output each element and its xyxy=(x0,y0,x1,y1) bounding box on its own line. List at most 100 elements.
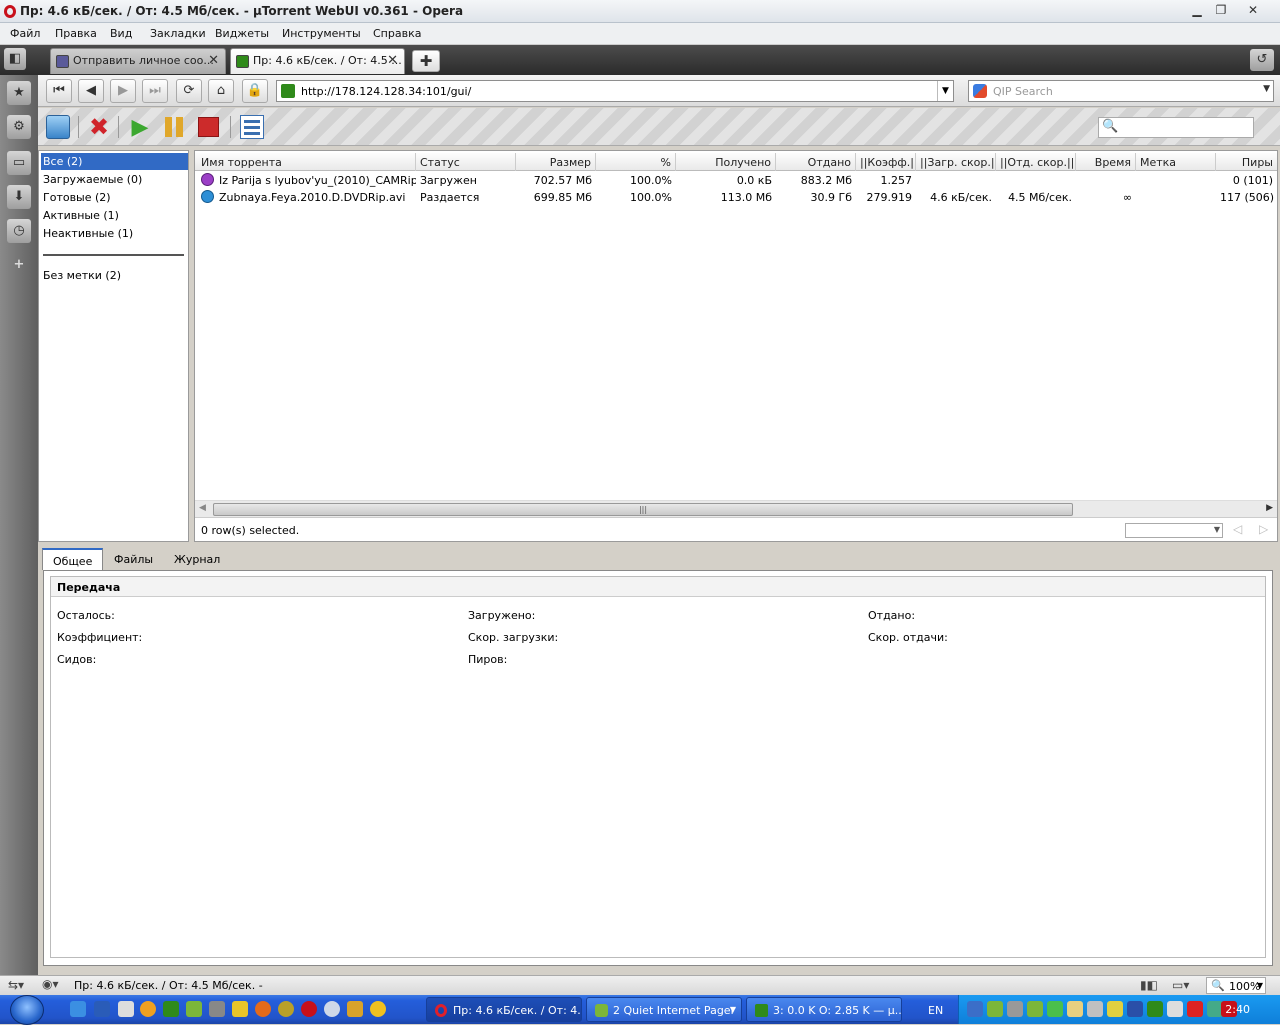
horizontal-scrollbar[interactable]: ◀ ||| ▶ xyxy=(195,500,1277,517)
column-name[interactable]: Имя торрента xyxy=(195,153,416,171)
task-qip[interactable]: 2 Quiet Internet Pager ▼ xyxy=(586,997,742,1022)
tab-general[interactable]: Общее xyxy=(42,548,104,570)
tray-qip-icon[interactable] xyxy=(987,1001,1003,1017)
tab-log[interactable]: Журнал xyxy=(164,548,230,570)
quicklaunch-app-icon[interactable] xyxy=(140,1001,156,1017)
column-eta[interactable]: Время xyxy=(1076,153,1136,171)
tray-app-icon[interactable] xyxy=(1187,1001,1203,1017)
tray-volume-icon[interactable] xyxy=(1167,1001,1183,1017)
category-active[interactable]: Активные (1) xyxy=(41,207,188,224)
tray-app-icon[interactable] xyxy=(1127,1001,1143,1017)
table-row[interactable]: Iz Parija s lyubov'yu_(2010)_CAMRip_PR З… xyxy=(195,172,1277,189)
tab-send-message[interactable]: Отправить личное соо... ✕ xyxy=(50,48,226,74)
quicklaunch-app-icon[interactable] xyxy=(347,1001,363,1017)
page-select[interactable]: ▼ xyxy=(1125,523,1223,538)
quicklaunch-printer-icon[interactable] xyxy=(118,1001,134,1017)
quicklaunch-app-icon[interactable] xyxy=(324,1001,340,1017)
address-field[interactable]: http://178.124.128.34:101/gui/ ▼ xyxy=(276,80,954,102)
settings-list-icon[interactable] xyxy=(240,115,264,139)
menu-help[interactable]: Справка xyxy=(373,27,421,40)
start-icon[interactable]: ▶ xyxy=(128,115,152,140)
notes-panel-icon[interactable]: ▭ xyxy=(7,151,31,175)
quicklaunch-ie-icon[interactable] xyxy=(70,1001,86,1017)
tray-app-icon[interactable] xyxy=(1087,1001,1103,1017)
pause-icon[interactable] xyxy=(162,115,186,139)
column-ratio[interactable]: ||Коэфф.|| xyxy=(856,153,916,171)
add-torrent-icon[interactable] xyxy=(46,115,70,139)
sync-icon[interactable]: ⇆▾ xyxy=(8,978,24,992)
close-window-button[interactable]: ✕ xyxy=(1242,1,1264,19)
back-button[interactable]: ◀ xyxy=(78,79,104,103)
taskbar-clock[interactable]: 2:40 xyxy=(1225,1003,1250,1016)
scroll-left-icon[interactable]: ◀ xyxy=(199,503,206,513)
column-dl-speed[interactable]: ||Загр. скор.|| xyxy=(916,153,996,171)
close-tab-icon[interactable]: ✕ xyxy=(387,53,398,68)
quicklaunch-utorrent-icon[interactable] xyxy=(163,1001,179,1017)
menu-file[interactable]: Файл xyxy=(10,27,40,40)
quicklaunch-app-icon[interactable] xyxy=(94,1001,110,1017)
fast-forward-button[interactable]: ⏭ xyxy=(142,79,168,103)
panel-toggle-icon[interactable]: ◧ xyxy=(4,48,26,70)
scrollbar-thumb[interactable]: ||| xyxy=(213,503,1073,516)
menu-edit[interactable]: Правка xyxy=(55,27,97,40)
language-indicator[interactable]: EN xyxy=(928,1004,943,1017)
security-info-button[interactable]: 🔒 xyxy=(242,79,268,103)
address-dropdown-icon[interactable]: ▼ xyxy=(937,81,953,101)
reload-button[interactable]: ⟳ xyxy=(176,79,202,103)
menu-view[interactable]: Вид xyxy=(110,27,132,40)
column-peers[interactable]: Пиры xyxy=(1216,153,1277,171)
stop-icon[interactable] xyxy=(198,117,219,137)
bookmarks-panel-icon[interactable]: ★ xyxy=(7,81,31,105)
scroll-right-icon[interactable]: ▶ xyxy=(1266,503,1273,513)
category-inactive[interactable]: Неактивные (1) xyxy=(41,225,188,242)
start-button[interactable] xyxy=(10,995,44,1025)
view-mode-icon[interactable]: ▭▾ xyxy=(1172,978,1189,992)
next-page-icon[interactable]: ▷ xyxy=(1259,522,1268,536)
panel-layout-icon[interactable]: ▮◧ xyxy=(1140,978,1158,992)
prev-page-icon[interactable]: ◁ xyxy=(1233,522,1242,536)
category-downloading[interactable]: Загружаемые (0) xyxy=(41,171,188,188)
tray-app-icon[interactable] xyxy=(1047,1001,1063,1017)
quicklaunch-app-icon[interactable] xyxy=(209,1001,225,1017)
quicklaunch-qip-icon[interactable] xyxy=(186,1001,202,1017)
task-opera-utorrent[interactable]: Пр: 4.6 кБ/сек. / От: 4... xyxy=(426,997,582,1022)
quicklaunch-info-icon[interactable] xyxy=(370,1001,386,1017)
close-tab-icon[interactable]: ✕ xyxy=(208,53,219,68)
tray-network-icon[interactable] xyxy=(967,1001,983,1017)
category-all[interactable]: Все (2) xyxy=(41,153,188,170)
search-dropdown-icon[interactable]: ▼ xyxy=(1263,84,1270,94)
add-panel-icon[interactable]: + xyxy=(7,253,31,277)
label-none[interactable]: Без метки (2) xyxy=(41,267,188,284)
column-percent[interactable]: % xyxy=(596,153,676,171)
minimize-button[interactable]: ▁ xyxy=(1186,1,1208,19)
task-utorrent[interactable]: 3: 0.0 K O: 2.85 K — µ... xyxy=(746,997,902,1022)
column-sent[interactable]: Отдано xyxy=(776,153,856,171)
history-panel-icon[interactable]: ◷ xyxy=(7,219,31,243)
menu-widgets[interactable]: Виджеты xyxy=(215,27,269,40)
torrent-search-input[interactable]: 🔍 xyxy=(1098,117,1254,138)
widgets-panel-icon[interactable]: ⚙ xyxy=(7,115,31,139)
tray-utorrent-icon[interactable] xyxy=(1147,1001,1163,1017)
quicklaunch-app-icon[interactable] xyxy=(278,1001,294,1017)
tab-utorrent[interactable]: Пр: 4.6 кБ/сек. / От: 4.5 ... ✕ xyxy=(230,48,405,74)
column-size[interactable]: Размер xyxy=(516,153,596,171)
table-row[interactable]: Zubnaya.Feya.2010.D.DVDRip.avi Раздается… xyxy=(195,189,1277,206)
category-completed[interactable]: Готовые (2) xyxy=(41,189,188,206)
trash-closed-tabs-icon[interactable]: ↺ xyxy=(1250,49,1274,71)
tray-app-icon[interactable] xyxy=(1107,1001,1123,1017)
new-tab-button[interactable]: ✚ xyxy=(412,50,440,72)
column-received[interactable]: Получено xyxy=(676,153,776,171)
tab-files[interactable]: Файлы xyxy=(104,548,163,570)
column-label[interactable]: Метка xyxy=(1136,153,1216,171)
column-ul-speed[interactable]: ||Отд. скор.|| xyxy=(996,153,1076,171)
speed-dial-icon[interactable]: ◉▾ xyxy=(42,977,59,991)
search-field[interactable]: QIP Search ▼ xyxy=(968,80,1274,102)
quicklaunch-opera-icon[interactable] xyxy=(301,1001,317,1017)
tray-app-icon[interactable] xyxy=(1007,1001,1023,1017)
search-engine-icon[interactable] xyxy=(973,84,987,98)
forward-button[interactable]: ▶ xyxy=(110,79,136,103)
maximize-button[interactable]: ❐ xyxy=(1210,1,1232,19)
remove-torrent-icon[interactable]: ✖ xyxy=(87,113,111,141)
menu-bookmarks[interactable]: Закладки xyxy=(150,27,206,40)
menu-tools[interactable]: Инструменты xyxy=(282,27,361,40)
